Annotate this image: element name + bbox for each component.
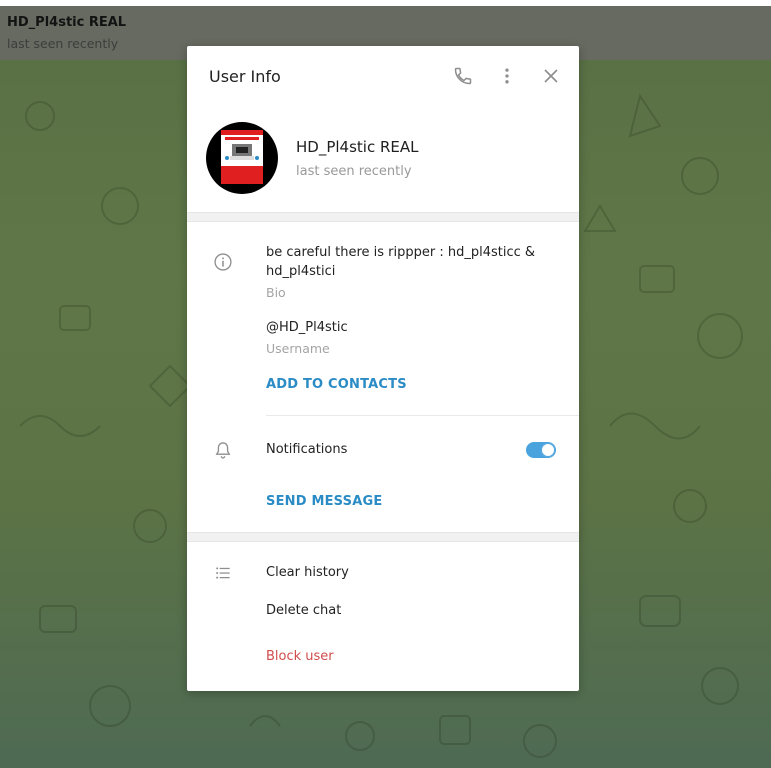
info-icon (212, 251, 234, 273)
bio-text: be careful there is rippper : hd_pl4stic… (266, 245, 536, 279)
list-icon (212, 562, 234, 584)
avatar[interactable] (206, 122, 278, 194)
close-icon[interactable] (539, 64, 563, 88)
notifications-label: Notifications (266, 442, 348, 457)
chat-title: HD_Pl4stic REAL (7, 15, 127, 30)
username-label: Username (266, 341, 330, 356)
delete-chat-button[interactable]: Delete chat (266, 603, 341, 618)
profile-name: HD_Pl4stic REAL (296, 138, 419, 156)
clear-history-button[interactable]: Clear history (266, 565, 349, 580)
bell-icon (212, 439, 234, 461)
add-to-contacts-button[interactable]: ADD TO CONTACTS (266, 377, 407, 392)
bio-label: Bio (266, 285, 286, 300)
block-user-button[interactable]: Block user (266, 649, 334, 664)
phone-icon[interactable] (451, 64, 475, 88)
row-divider (266, 415, 579, 416)
dialog-title: User Info (209, 67, 281, 86)
username-text[interactable]: @HD_Pl4stic (266, 318, 536, 337)
section-divider (187, 212, 579, 222)
toggle-knob (541, 443, 555, 457)
chat-status: last seen recently (7, 36, 119, 51)
profile-status: last seen recently (296, 164, 412, 179)
notifications-toggle[interactable] (526, 442, 556, 458)
more-vertical-icon[interactable] (495, 64, 519, 88)
send-message-button[interactable]: SEND MESSAGE (266, 494, 382, 509)
section-divider (187, 532, 579, 542)
user-info-dialog: User Info HD_Pl4stic REAL last seen rece… (187, 46, 579, 691)
